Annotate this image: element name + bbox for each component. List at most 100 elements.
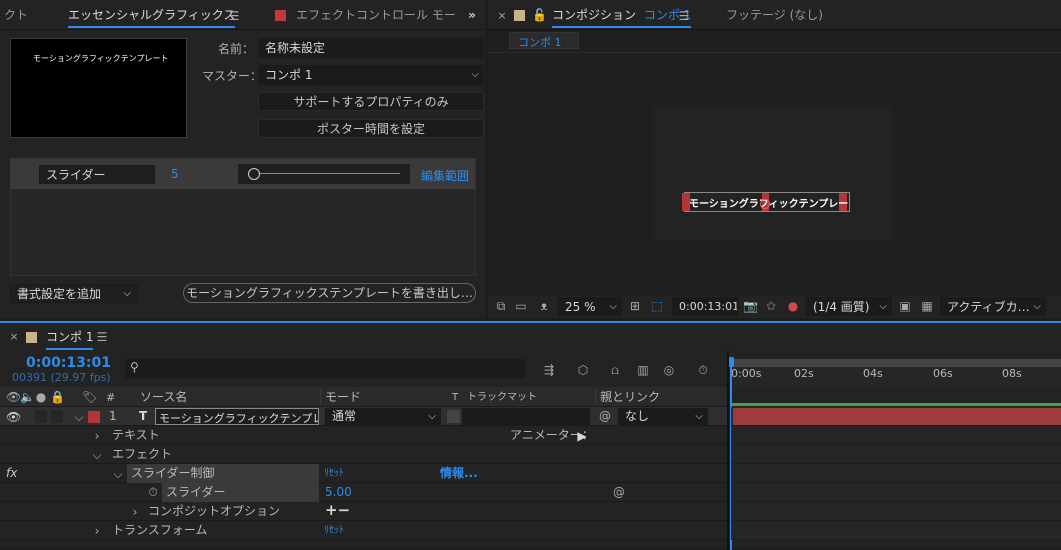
layer-name[interactable]: モーショングラフィックテンプレート	[155, 408, 319, 425]
slider-track[interactable]	[238, 164, 410, 184]
video-toggle-icon[interactable]: 👁	[6, 389, 21, 405]
solo-icon[interactable]: ●	[35, 389, 47, 405]
lock-icon[interactable]: 🔓	[532, 7, 547, 23]
grid-icon[interactable]: ⊞	[628, 298, 642, 314]
pick-whip-icon[interactable]: @	[598, 408, 612, 424]
zoom-select[interactable]: 25 % ⌵	[558, 297, 622, 316]
track-layer[interactable]	[731, 403, 1061, 426]
overflow-chevron-icon[interactable]: »	[465, 7, 479, 23]
label-icon[interactable]: 🏷	[82, 389, 97, 405]
region-of-interest-icon[interactable]: ⬚	[650, 298, 664, 314]
comp-flowchart-icon[interactable]: ⇶	[540, 362, 558, 378]
twirl-down-icon[interactable]: ⌵	[73, 409, 85, 425]
layer-number: 1	[109, 409, 117, 423]
slider-name-field[interactable]: スライダー	[39, 165, 155, 184]
play-circle-icon[interactable]: ▶	[576, 428, 588, 444]
fx-icon[interactable]: fx	[6, 464, 17, 483]
preview-region-icon[interactable]: ⧉	[494, 298, 508, 314]
close-icon[interactable]: ×	[8, 329, 20, 345]
supported-properties-button[interactable]: サポートするプロパティのみ	[258, 92, 484, 111]
effects-group-row[interactable]: ⌵ エフェクト	[0, 445, 727, 464]
col-trackmatte[interactable]: トラックマット	[467, 388, 537, 407]
resolution-select[interactable]: (1/4 画質) ⌵	[806, 297, 892, 316]
lock-icon[interactable]: 🔒	[50, 389, 65, 405]
tab-timeline-comp[interactable]: コンポ 1	[46, 322, 94, 352]
twirl-right-icon[interactable]: ›	[91, 428, 103, 444]
tab-footage[interactable]: フッテージ (なし)	[726, 0, 823, 30]
panel-menu-icon[interactable]: ☰	[96, 329, 108, 345]
effect-row[interactable]: fx ⌵ スライダー制御 ﾘｾｯﾄ 情報...	[0, 464, 727, 483]
name-field[interactable]: 名称未設定	[258, 38, 484, 58]
stopwatch-icon[interactable]: ⏱	[146, 484, 160, 500]
twirl-right-icon[interactable]: ›	[91, 523, 103, 539]
col-mode[interactable]: モード	[325, 388, 361, 407]
text-group-row[interactable]: › テキスト アニメーター： ▶	[0, 426, 727, 445]
anchor-point-icon[interactable]	[760, 199, 770, 209]
graph-editor-icon[interactable]: ⏱	[694, 362, 712, 378]
twirl-right-icon[interactable]: ›	[129, 504, 141, 520]
comp-canvas[interactable]: モーショングラフィックテンプレー	[653, 106, 892, 240]
audio-cell[interactable]	[35, 410, 47, 423]
twirl-down-icon[interactable]: ⌵	[91, 447, 103, 463]
layer-name-text: モーショングラフィックテンプレート	[159, 412, 318, 425]
mask-icon[interactable]: ᴥ	[536, 298, 552, 314]
frame-blending-icon[interactable]: ▥	[634, 362, 652, 378]
show-snapshot-icon[interactable]: ✿	[764, 298, 778, 314]
close-icon[interactable]: ×	[496, 8, 508, 24]
ruler-tick-0: 0:00s	[731, 367, 762, 380]
set-poster-time-button[interactable]: ポスター時間を設定	[258, 119, 484, 138]
layer-label-color[interactable]	[88, 411, 100, 423]
timeline-search-input[interactable]: ⚲	[125, 359, 525, 378]
col-parent[interactable]: 親とリンク	[600, 388, 660, 407]
tab-composition[interactable]: コンポジション コンポ 1	[552, 0, 692, 30]
transform-row[interactable]: › トランスフォーム ﾘｾｯﾄ	[0, 521, 727, 540]
monitor-icon[interactable]: ▭	[514, 298, 528, 314]
master-select[interactable]: コンポ 1 ⌵	[258, 65, 484, 85]
comp-breadcrumb[interactable]: コンポ 1	[509, 32, 579, 49]
panel-menu-icon[interactable]: ☰	[228, 8, 240, 24]
add-mask-icon[interactable]: +−	[325, 501, 350, 520]
transparency-grid-icon[interactable]: ▦	[920, 298, 934, 314]
slider-knob[interactable]	[248, 168, 260, 180]
comp-timecode[interactable]: 0:00:13:01	[672, 297, 738, 316]
pick-whip-icon[interactable]: @	[612, 484, 626, 500]
effect-info-link[interactable]: 情報...	[440, 464, 478, 483]
twirl-down-icon[interactable]: ⌵	[112, 466, 124, 482]
effect-reset-link[interactable]: ﾘｾｯﾄ	[324, 464, 344, 483]
camera-select[interactable]: アクティブカ… ⌵	[940, 297, 1046, 316]
composite-options-row[interactable]: › コンポジットオプション +−	[0, 501, 727, 521]
add-format-select[interactable]: 書式設定を追加 ⌵	[10, 284, 138, 303]
tab-essential-graphics[interactable]: エッセンシャルグラフィックス	[68, 0, 236, 30]
export-template-button[interactable]: モーショングラフィックステンプレートを書き出し…	[183, 283, 476, 303]
blend-mode-select[interactable]: 通常 ⌵	[325, 408, 441, 425]
panel-menu-icon[interactable]: ☰	[678, 8, 690, 24]
layer-duration-bar[interactable]	[733, 408, 1061, 425]
tab-effect-controls[interactable]: エフェクトコントロール モー	[296, 0, 456, 30]
preserve-transparency-box[interactable]	[447, 410, 460, 423]
transform-reset-link[interactable]: ﾘｾｯﾄ	[324, 521, 344, 540]
solo-cell[interactable]	[51, 410, 63, 423]
trackmatte-select[interactable]	[462, 408, 590, 425]
work-area-bar[interactable]	[731, 359, 1061, 367]
parent-select[interactable]: なし ⌵	[618, 408, 708, 425]
panel-divider[interactable]	[727, 351, 729, 550]
slider-property-value[interactable]: 5.00	[325, 483, 352, 502]
timeline-timecode[interactable]: 0:00:13:01	[26, 355, 111, 371]
audio-toggle-icon[interactable]: 🔈	[20, 389, 35, 405]
shy-layers-icon[interactable]: ⩍	[606, 362, 624, 378]
tab-effects-partial[interactable]: クト	[4, 0, 28, 30]
draft-3d-icon[interactable]: ⬡	[574, 362, 592, 378]
template-preview-text: モーショングラフィックテンプレート	[33, 54, 169, 63]
time-ruler[interactable]: 0:00s 02s 04s 06s 08s	[731, 367, 1061, 387]
camera-snapshot-icon[interactable]: 📷	[743, 298, 758, 314]
edit-range-link[interactable]: 編集範囲	[421, 167, 469, 184]
layer-row[interactable]: 👁 ⌵ 1 T モーショングラフィックテンプレート 通常 ⌵ @ なし ⌵	[0, 407, 727, 426]
fast-preview-icon[interactable]: ▣	[898, 298, 912, 314]
slider-property-row[interactable]: ⏱ スライダー 5.00 @	[0, 483, 727, 502]
eye-icon[interactable]: 👁	[6, 409, 21, 425]
motion-blur-icon[interactable]: ◎	[660, 362, 678, 378]
color-channel-icon[interactable]: ●	[786, 298, 800, 314]
comp-tabbar: × 🔓 コンポジション コンポ 1 ☰ フッテージ (なし)	[488, 0, 1061, 30]
slider-value[interactable]: 5	[171, 167, 179, 181]
col-source-name[interactable]: ソース名	[140, 388, 187, 407]
